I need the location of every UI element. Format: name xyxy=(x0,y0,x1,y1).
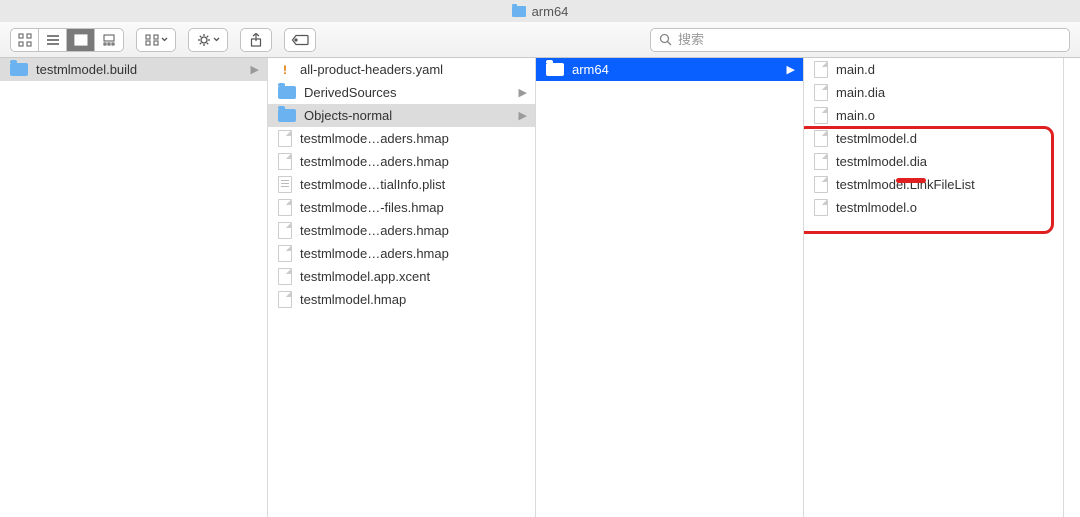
window-title-bar: arm64 xyxy=(0,0,1080,22)
file-row[interactable]: testmlmodel.dia xyxy=(804,150,1063,173)
folder-icon xyxy=(278,109,296,122)
file-row[interactable]: main.dia xyxy=(804,81,1063,104)
file-row[interactable]: testmlmode…-files.hmap xyxy=(268,196,535,219)
gear-icon xyxy=(197,33,211,47)
view-gallery-button[interactable] xyxy=(95,29,123,51)
search-box[interactable] xyxy=(650,28,1070,52)
item-label: main.d xyxy=(836,62,1053,77)
file-icon xyxy=(278,153,292,170)
item-label: Objects-normal xyxy=(304,108,525,123)
item-label: testmlmode…aders.hmap xyxy=(300,131,525,146)
item-label: testmlmodel.dia xyxy=(836,154,1053,169)
file-icon xyxy=(278,199,292,216)
folder-icon xyxy=(10,63,28,76)
file-row[interactable]: testmlmodel.LinkFileList xyxy=(804,173,1063,196)
item-label: testmlmode…aders.hmap xyxy=(300,223,525,238)
file-row[interactable]: testmlmodel.d xyxy=(804,127,1063,150)
file-row[interactable]: main.d xyxy=(804,58,1063,81)
file-icon xyxy=(278,291,292,308)
file-row[interactable]: testmlmode…tialInfo.plist xyxy=(268,173,535,196)
file-row[interactable]: testmlmodel.app.xcent xyxy=(268,265,535,288)
share-button[interactable] xyxy=(240,28,272,52)
item-label: main.dia xyxy=(836,85,1053,100)
view-list-button[interactable] xyxy=(39,29,67,51)
annotation-mark xyxy=(896,178,926,183)
file-icon xyxy=(278,130,292,147)
file-icon xyxy=(814,84,828,101)
file-row[interactable]: main.o xyxy=(804,104,1063,127)
item-label: testmlmode…aders.hmap xyxy=(300,154,525,169)
column-browser: testmlmodel.build▶ !all-product-headers.… xyxy=(0,58,1080,517)
file-icon xyxy=(278,268,292,285)
folder-icon xyxy=(512,6,526,17)
file-icon xyxy=(814,153,828,170)
arrange-button[interactable] xyxy=(136,28,176,52)
file-icon xyxy=(814,107,828,124)
plist-icon xyxy=(278,176,292,193)
file-icon xyxy=(814,176,828,193)
folder-row[interactable]: arm64▶ xyxy=(536,58,803,81)
file-icon xyxy=(814,130,828,147)
file-row[interactable]: testmlmode…aders.hmap xyxy=(268,127,535,150)
file-icon xyxy=(278,222,292,239)
file-row[interactable]: testmlmode…aders.hmap xyxy=(268,242,535,265)
item-label: all-product-headers.yaml xyxy=(300,62,525,77)
column-2[interactable]: !all-product-headers.yamlDerivedSources▶… xyxy=(268,58,536,517)
file-row[interactable]: testmlmodel.o xyxy=(804,196,1063,219)
item-label: testmlmodel.hmap xyxy=(300,292,525,307)
file-row[interactable]: testmlmodel.hmap xyxy=(268,288,535,311)
file-row[interactable]: testmlmode…aders.hmap xyxy=(268,219,535,242)
yaml-icon: ! xyxy=(278,61,292,78)
chevron-right-icon: ▶ xyxy=(519,86,527,99)
item-label: testmlmodel.o xyxy=(836,200,1053,215)
share-icon xyxy=(250,33,262,47)
folder-icon xyxy=(278,86,296,99)
item-label: testmlmodel.build xyxy=(36,62,257,77)
view-column-button[interactable] xyxy=(67,29,95,51)
item-label: testmlmodel.app.xcent xyxy=(300,269,525,284)
item-label: testmlmodel.LinkFileList xyxy=(836,177,1053,192)
toolbar xyxy=(0,22,1080,58)
column-4[interactable]: main.d main.dia main.o testmlmodel.d testmlm… xyxy=(804,58,1064,517)
chevron-right-icon: ▶ xyxy=(787,63,795,76)
chevron-right-icon: ▶ xyxy=(251,63,259,76)
action-button[interactable] xyxy=(188,28,228,52)
file-icon xyxy=(814,199,828,216)
item-label: testmlmode…-files.hmap xyxy=(300,200,525,215)
tags-button[interactable] xyxy=(284,28,316,52)
folder-row[interactable]: Objects-normal▶ xyxy=(268,104,535,127)
item-label: main.o xyxy=(836,108,1053,123)
search-input[interactable] xyxy=(678,32,1061,47)
chevron-down-icon xyxy=(213,37,220,42)
item-label: testmlmodel.d xyxy=(836,131,1053,146)
file-icon xyxy=(814,61,828,78)
column-1[interactable]: testmlmodel.build▶ xyxy=(0,58,268,517)
column-3[interactable]: arm64▶ xyxy=(536,58,804,517)
view-icon-grid-button[interactable] xyxy=(11,29,39,51)
folder-row[interactable]: DerivedSources▶ xyxy=(268,81,535,104)
chevron-right-icon: ▶ xyxy=(519,109,527,122)
window-title: arm64 xyxy=(532,4,569,19)
file-row[interactable]: testmlmode…aders.hmap xyxy=(268,150,535,173)
folder-row[interactable]: testmlmodel.build▶ xyxy=(0,58,267,81)
search-icon xyxy=(659,33,672,46)
chevron-down-icon xyxy=(161,37,168,42)
item-label: testmlmode…tialInfo.plist xyxy=(300,177,525,192)
item-label: DerivedSources xyxy=(304,85,525,100)
item-label: arm64 xyxy=(572,62,793,77)
view-mode-group xyxy=(10,28,124,52)
item-label: testmlmode…aders.hmap xyxy=(300,246,525,261)
file-icon xyxy=(278,245,292,262)
tag-icon xyxy=(291,34,309,46)
file-row[interactable]: ! all-product-headers.yaml xyxy=(268,58,535,81)
folder-icon xyxy=(546,63,564,76)
